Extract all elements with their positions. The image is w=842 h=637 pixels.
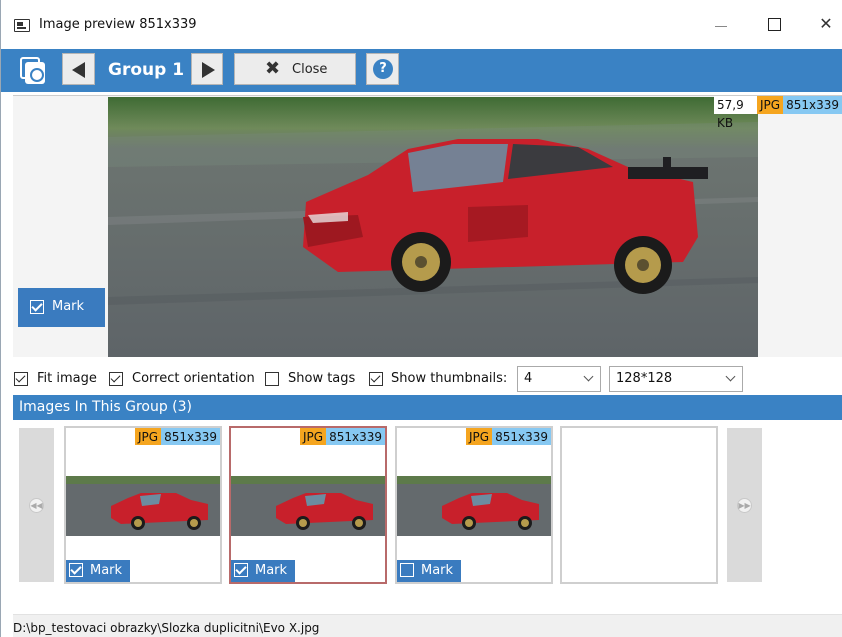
show-thumbnails-checkbox[interactable] bbox=[369, 372, 383, 386]
mark-label: Mark bbox=[90, 563, 123, 578]
dimensions-badge: 851x339 bbox=[492, 428, 551, 445]
thumbnail-2[interactable]: JPG 851x339 Mark bbox=[229, 426, 387, 584]
double-right-icon: ▶▶ bbox=[737, 498, 752, 513]
correct-orientation-label: Correct orientation bbox=[132, 371, 255, 386]
checkbox-checked-icon bbox=[30, 300, 44, 314]
mark-label: Mark bbox=[421, 563, 454, 578]
correct-orientation-checkbox[interactable] bbox=[109, 372, 123, 386]
arrow-left-icon bbox=[72, 62, 85, 78]
close-button-label: Close bbox=[292, 62, 328, 77]
thumbnail-image bbox=[231, 476, 385, 536]
close-button[interactable]: ✖ Close bbox=[234, 53, 356, 85]
title-bar: Image preview 851x339 ✕ bbox=[1, 0, 842, 49]
scroll-right-button[interactable]: ▶▶ bbox=[727, 428, 762, 582]
format-badge: JPG bbox=[300, 428, 327, 445]
thumbnail-badges: JPG 851x339 bbox=[300, 428, 385, 445]
fit-image-label: Fit image bbox=[37, 371, 97, 386]
window-title: Image preview 851x339 bbox=[39, 17, 197, 32]
checkbox-checked-icon bbox=[234, 563, 248, 577]
dimensions-badge: 851x339 bbox=[783, 96, 842, 114]
minimize-button[interactable] bbox=[707, 13, 737, 35]
thumbnail-mark-checkbox[interactable]: Mark bbox=[66, 560, 130, 582]
copy-images-button[interactable] bbox=[17, 56, 47, 84]
fit-image-checkbox[interactable] bbox=[14, 372, 28, 386]
thumbnail-badges: JPG 851x339 bbox=[466, 428, 551, 445]
thumbnail-image bbox=[66, 476, 220, 536]
close-x-icon: ✖ bbox=[265, 58, 281, 79]
mark-checkbox-main[interactable]: Mark bbox=[18, 288, 105, 327]
thumbnail-badges: JPG 851x339 bbox=[135, 428, 220, 445]
show-thumbnails-label: Show thumbnails: bbox=[391, 371, 508, 386]
thumbnail-count-select[interactable]: 4 bbox=[517, 366, 601, 392]
chevron-down-icon bbox=[725, 371, 736, 382]
image-app-icon bbox=[14, 19, 30, 32]
mark-label: Mark bbox=[255, 563, 288, 578]
status-bar: D:\bp_testovaci obrazky\Slozka duplicitn… bbox=[13, 614, 842, 637]
previous-group-button[interactable] bbox=[62, 53, 95, 85]
thumbnail-empty-slot bbox=[560, 426, 718, 584]
image-preview-window: Image preview 851x339 ✕ ✖ Close ? Group … bbox=[0, 0, 842, 637]
window-close-button[interactable]: ✕ bbox=[811, 13, 841, 35]
file-size-badge: 57,9 KB bbox=[714, 96, 757, 130]
thumbnail-mark-checkbox[interactable]: Mark bbox=[231, 560, 295, 582]
options-row: Fit image Correct orientation Show tags … bbox=[1, 362, 842, 394]
dimensions-badge: 851x339 bbox=[326, 428, 385, 445]
thumbnail-size-select[interactable]: 128*128 bbox=[609, 366, 743, 392]
chevron-down-icon bbox=[583, 371, 594, 382]
thumbnail-3[interactable]: JPG 851x339 Mark bbox=[395, 426, 553, 584]
maximize-button[interactable] bbox=[759, 13, 789, 35]
file-path: D:\bp_testovaci obrazky\Slozka duplicitn… bbox=[13, 621, 320, 635]
show-tags-checkbox[interactable] bbox=[265, 372, 279, 386]
image-info-badges: 57,9 KB JPG 851x339 bbox=[714, 96, 842, 130]
thumbnail-count-value: 4 bbox=[524, 371, 533, 386]
next-group-button[interactable] bbox=[191, 53, 223, 85]
group-header-label: Images In This Group (3) bbox=[19, 399, 193, 415]
thumbnail-image bbox=[397, 476, 551, 536]
arrow-right-icon bbox=[202, 62, 215, 78]
thumbnail-size-value: 128*128 bbox=[616, 371, 673, 386]
format-badge: JPG bbox=[135, 428, 162, 445]
scroll-left-button[interactable]: ◀◀ bbox=[19, 428, 54, 582]
checkbox-unchecked-icon bbox=[400, 563, 414, 577]
thumbnail-mark-checkbox[interactable]: Mark bbox=[397, 560, 461, 582]
show-tags-label: Show tags bbox=[288, 371, 356, 386]
double-left-icon: ◀◀ bbox=[29, 498, 44, 513]
preview-image[interactable] bbox=[108, 97, 758, 357]
checkbox-checked-icon bbox=[69, 563, 83, 577]
group-label: Group 1 bbox=[108, 60, 185, 80]
dimensions-badge: 851x339 bbox=[161, 428, 220, 445]
format-badge: JPG bbox=[757, 96, 784, 114]
help-button[interactable]: ? bbox=[366, 53, 399, 85]
help-icon: ? bbox=[373, 59, 393, 79]
thumbnail-1[interactable]: JPG 851x339 Mark bbox=[64, 426, 222, 584]
format-badge: JPG bbox=[466, 428, 493, 445]
mark-label: Mark bbox=[52, 299, 85, 314]
group-header: Images In This Group (3) bbox=[13, 395, 842, 420]
